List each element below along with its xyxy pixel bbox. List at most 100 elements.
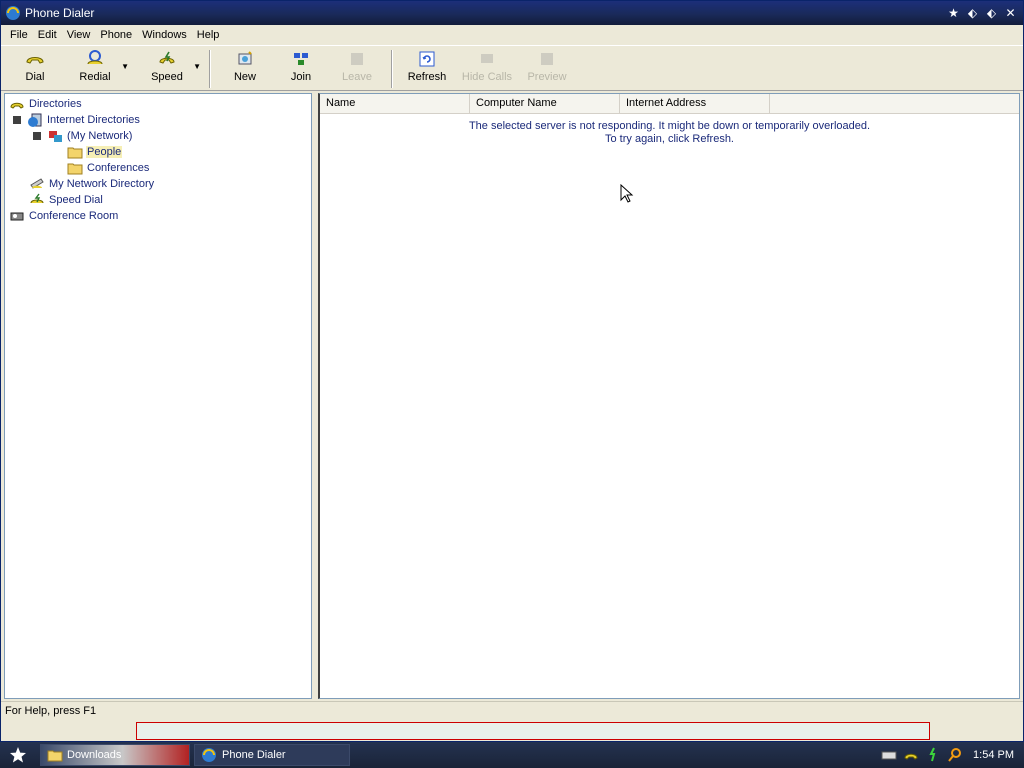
leave-label: Leave: [342, 71, 372, 83]
speed-dial-tree-icon: [29, 192, 45, 208]
folder-icon: [67, 160, 83, 176]
column-header-name[interactable]: Name: [320, 94, 470, 113]
title-bar: Phone Dialer ★ ⬖ ⬖ ✕: [1, 1, 1023, 25]
column-header-computer-name[interactable]: Computer Name: [470, 94, 620, 113]
speed-button[interactable]: Speed ▼: [139, 50, 201, 90]
redial-button[interactable]: Redial ▼: [67, 50, 129, 90]
speed-dial-label: Speed Dial: [49, 194, 103, 206]
directory-list[interactable]: Name Computer Name Internet Address The …: [318, 93, 1020, 699]
error-message-line-1: The selected server is not responding. I…: [468, 120, 871, 132]
start-button[interactable]: [0, 742, 36, 768]
my-network-label: (My Network): [67, 130, 133, 142]
toolbar-separator: [209, 50, 211, 88]
star-icon[interactable]: ★: [945, 5, 962, 22]
tree-item-conferences[interactable]: Conferences: [5, 160, 311, 176]
menu-phone[interactable]: Phone: [95, 27, 137, 43]
directories-label: Directories: [29, 98, 82, 110]
phone-dialer-window: Phone Dialer ★ ⬖ ⬖ ✕ File Edit View Phon…: [0, 0, 1024, 742]
join-icon: [294, 53, 308, 65]
clock[interactable]: 1:54 PM: [973, 749, 1014, 761]
menu-help[interactable]: Help: [192, 27, 225, 43]
status-bar: For Help, press F1: [1, 701, 1023, 721]
expand-toggle-icon[interactable]: [13, 116, 21, 124]
tree-item-internet-directories[interactable]: Internet Directories: [5, 112, 311, 128]
preview-button[interactable]: Preview: [519, 50, 575, 90]
my-network-directory-label: My Network Directory: [49, 178, 155, 190]
internet-directory-icon: [27, 112, 43, 128]
phone-icon: [26, 57, 44, 64]
column-header-internet-address[interactable]: Internet Address: [620, 94, 770, 113]
tree-item-people[interactable]: People: [5, 144, 311, 160]
menu-view[interactable]: View: [62, 27, 96, 43]
folder-open-icon: [67, 144, 83, 160]
tree-item-my-network[interactable]: (My Network): [5, 128, 311, 144]
speed-dropdown-icon[interactable]: ▼: [193, 62, 201, 71]
new-button[interactable]: New: [217, 50, 273, 90]
menu-windows[interactable]: Windows: [137, 27, 192, 43]
phone-tray-icon[interactable]: [903, 747, 919, 763]
hide-calls-button[interactable]: Hide Calls: [455, 50, 519, 90]
hide-calls-label: Hide Calls: [461, 71, 513, 83]
server-error-message: The selected server is not responding. I…: [320, 120, 1019, 146]
error-message-line-2: To try again, click Refresh.: [605, 133, 734, 145]
speed-label: Speed: [151, 71, 183, 83]
people-label: People: [86, 146, 123, 158]
tree-item-my-network-directory[interactable]: My Network Directory: [5, 176, 311, 192]
taskbar: Downloads Phone Dialer 1:54 PM: [0, 742, 1024, 768]
join-button[interactable]: Join: [273, 50, 329, 90]
list-header: Name Computer Name Internet Address: [320, 94, 1019, 114]
conference-room-label: Conference Room: [29, 210, 119, 222]
close-button[interactable]: ✕: [1002, 5, 1019, 22]
star-icon: [10, 747, 26, 763]
taskbar-downloads-label: Downloads: [67, 749, 122, 761]
conferences-label: Conferences: [87, 162, 150, 174]
menu-edit[interactable]: Edit: [33, 27, 62, 43]
expand-toggle-icon[interactable]: [33, 132, 41, 140]
directory-tree[interactable]: Directories Internet Directories (My Net…: [4, 93, 312, 699]
new-conference-icon: [238, 51, 252, 65]
menu-bar: File Edit View Phone Windows Help: [1, 25, 1023, 45]
search-icon[interactable]: [947, 747, 963, 763]
redial-label: Redial: [79, 71, 111, 83]
refresh-icon: [419, 51, 435, 67]
taskbar-dialer-label: Phone Dialer: [222, 749, 286, 761]
speed-dial-tray-icon[interactable]: [925, 747, 941, 763]
refresh-button[interactable]: Refresh: [399, 50, 455, 90]
phone-dialer-app-icon: [5, 5, 21, 21]
directories-icon: [9, 96, 25, 112]
keyboard-icon[interactable]: [881, 747, 897, 763]
redial-icon: [87, 50, 103, 65]
new-label: New: [233, 71, 256, 83]
tree-item-directories[interactable]: Directories: [5, 96, 311, 112]
redial-dropdown-icon[interactable]: ▼: [121, 62, 129, 71]
leave-icon: [351, 53, 363, 65]
menu-file[interactable]: File: [5, 27, 33, 43]
minimize-button[interactable]: ⬖: [964, 5, 981, 22]
dial-label: Dial: [25, 71, 45, 83]
hide-calls-icon: [481, 54, 493, 63]
speed-dial-icon: [159, 51, 175, 64]
toolbar: Dial Redial ▼ Speed ▼ New Join Leave Ref: [1, 45, 1023, 91]
network-icon: [47, 128, 63, 144]
join-label: Join: [290, 71, 312, 83]
maximize-button[interactable]: ⬖: [983, 5, 1000, 22]
preview-label: Preview: [527, 71, 567, 83]
folder-icon: [47, 750, 63, 762]
taskbar-item-phone-dialer[interactable]: Phone Dialer: [194, 744, 350, 766]
tree-item-speed-dial[interactable]: Speed Dial: [5, 192, 311, 208]
system-tray: 1:54 PM: [881, 747, 1024, 763]
background-window-strip: [136, 722, 930, 740]
preview-icon: [541, 53, 553, 65]
refresh-label: Refresh: [407, 71, 447, 83]
window-title: Phone Dialer: [25, 6, 95, 20]
dial-button[interactable]: Dial: [7, 50, 63, 90]
leave-button[interactable]: Leave: [329, 50, 385, 90]
main-content: Directories Internet Directories (My Net…: [4, 93, 1020, 699]
conference-room-icon: [9, 208, 25, 224]
taskbar-item-downloads[interactable]: Downloads: [40, 744, 190, 766]
toolbar-separator: [391, 50, 393, 88]
mouse-cursor-icon: [620, 184, 634, 203]
tree-item-conference-room[interactable]: Conference Room: [5, 208, 311, 224]
network-directory-icon: [29, 176, 45, 192]
phone-dialer-app-icon: [202, 748, 216, 762]
